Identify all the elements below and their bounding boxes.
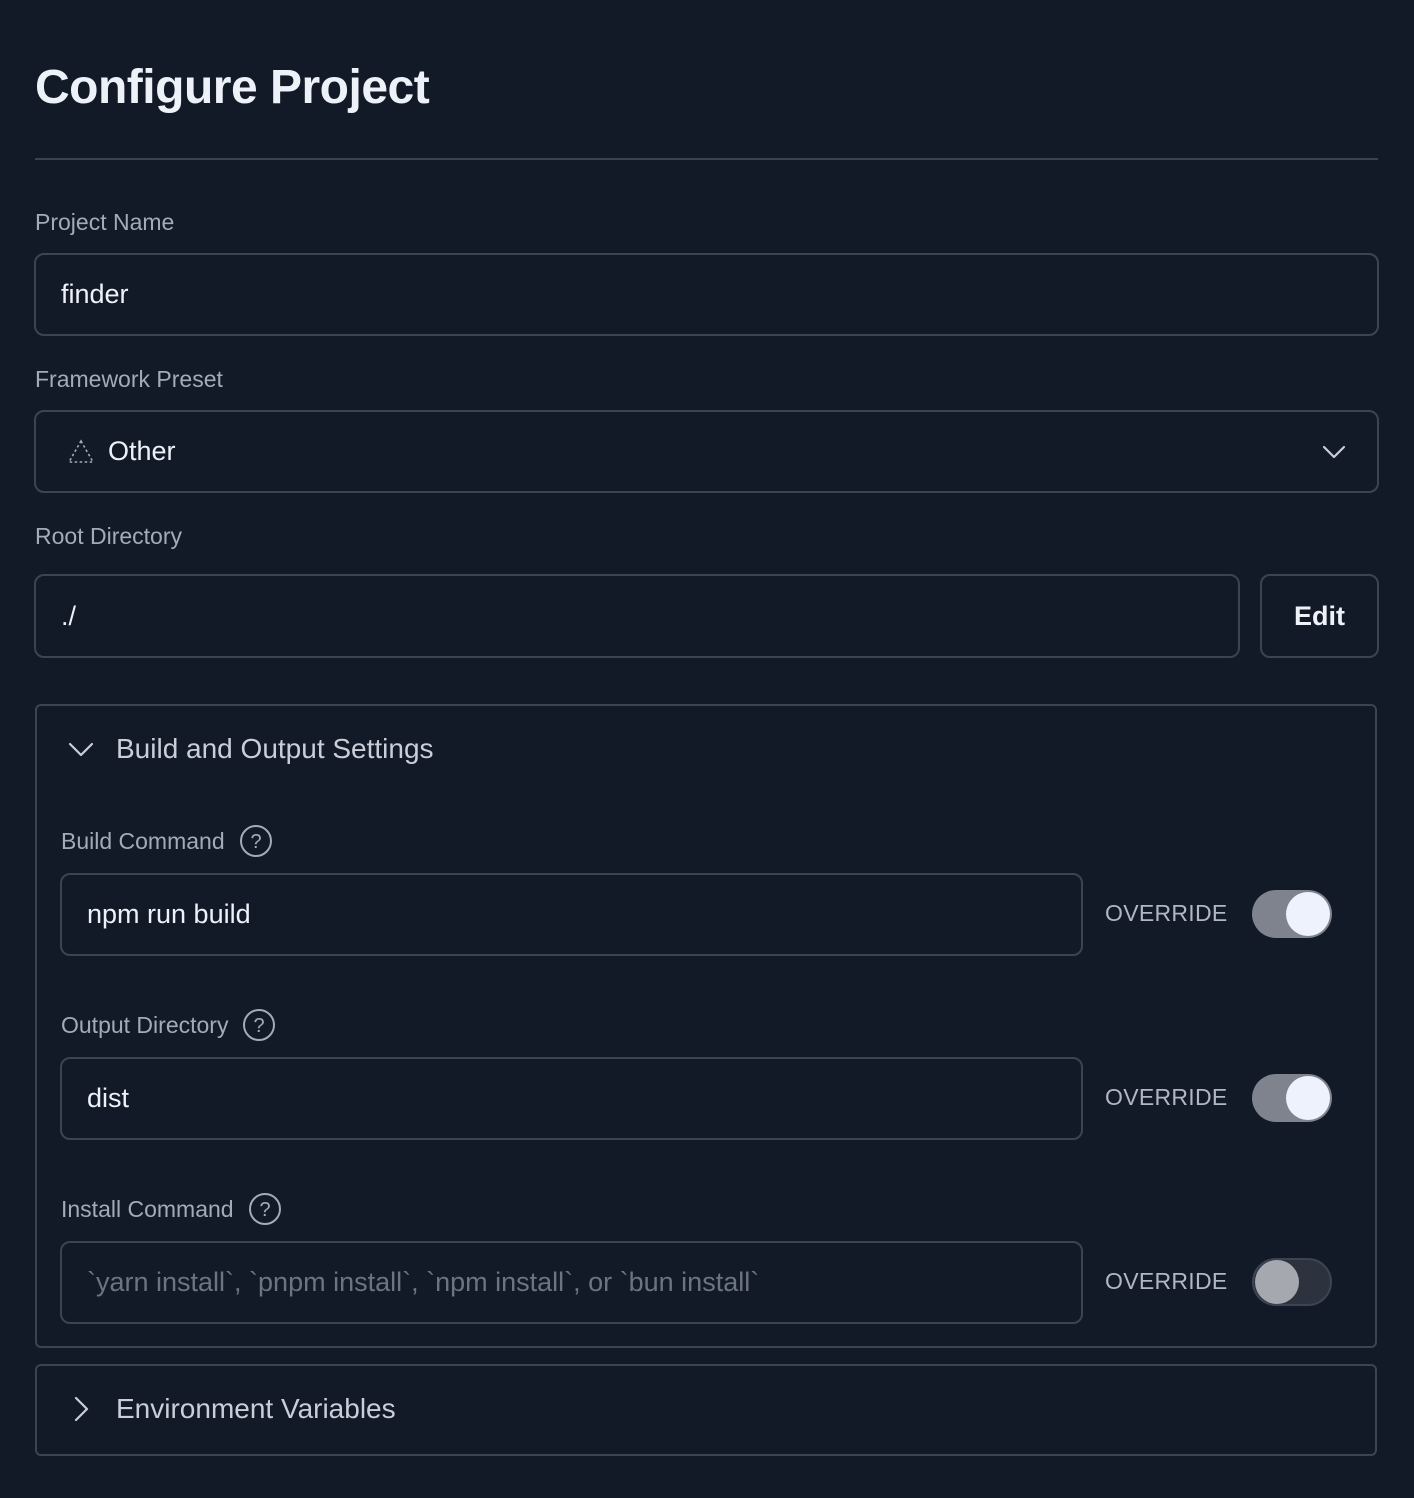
project-name-label: Project Name — [35, 209, 175, 235]
build-output-settings-header: Build and Output Settings — [116, 733, 434, 764]
title-divider — [35, 158, 1378, 160]
build-command-override-toggle[interactable] — [1252, 890, 1332, 938]
output-directory-input[interactable]: dist — [60, 1057, 1083, 1140]
install-command-placeholder: `yarn install`, `pnpm install`, `npm ins… — [87, 1267, 760, 1297]
root-directory-label: Root Directory — [35, 523, 182, 549]
install-command-override-label: OVERRIDE — [1105, 1268, 1228, 1294]
root-directory-input[interactable]: ./ — [34, 574, 1240, 658]
help-icon[interactable]: ? — [248, 1192, 282, 1226]
build-command-override-label: OVERRIDE — [1105, 900, 1228, 926]
toggle-knob — [1286, 1076, 1330, 1120]
install-command-override-toggle[interactable] — [1252, 1258, 1332, 1306]
build-output-settings-toggle[interactable]: Build and Output Settings — [66, 733, 434, 765]
framework-preset-select[interactable]: Other — [34, 410, 1379, 493]
project-name-value: finder — [61, 279, 129, 309]
install-command-input[interactable]: `yarn install`, `pnpm install`, `npm ins… — [60, 1241, 1083, 1324]
edit-root-directory-button[interactable]: Edit — [1260, 574, 1379, 658]
page-title: Configure Project — [35, 61, 430, 114]
root-directory-value: ./ — [61, 600, 77, 631]
build-command-label-row: Build Command ? — [61, 824, 273, 858]
build-command-value: npm run build — [87, 899, 251, 929]
help-icon[interactable]: ? — [239, 824, 273, 858]
build-command-input[interactable]: npm run build — [60, 873, 1083, 956]
environment-variables-toggle[interactable]: Environment Variables — [66, 1393, 396, 1425]
environment-variables-header: Environment Variables — [116, 1393, 396, 1424]
chevron-right-icon — [66, 1394, 96, 1424]
toggle-knob — [1255, 1260, 1299, 1304]
project-name-input[interactable]: finder — [34, 253, 1379, 336]
svg-text:?: ? — [254, 1015, 265, 1037]
framework-preset-value: Other — [108, 436, 176, 466]
install-command-label: Install Command — [61, 1195, 234, 1222]
chevron-down-icon — [1321, 439, 1347, 465]
toggle-knob — [1286, 892, 1330, 936]
chevron-down-icon — [66, 734, 96, 764]
output-directory-label-row: Output Directory ? — [61, 1008, 276, 1042]
help-icon[interactable]: ? — [242, 1008, 276, 1042]
output-directory-label: Output Directory — [61, 1011, 229, 1038]
framework-triangle-icon — [66, 437, 96, 467]
output-directory-override-toggle[interactable] — [1252, 1074, 1332, 1122]
framework-preset-label: Framework Preset — [35, 366, 223, 392]
configure-project-page: Configure Project Project Name finder Fr… — [0, 0, 1414, 1498]
install-command-label-row: Install Command ? — [61, 1192, 282, 1226]
svg-text:?: ? — [250, 831, 261, 853]
output-directory-value: dist — [87, 1083, 130, 1113]
output-directory-override-label: OVERRIDE — [1105, 1084, 1228, 1110]
build-command-label: Build Command — [61, 827, 225, 854]
svg-text:?: ? — [259, 1199, 270, 1221]
